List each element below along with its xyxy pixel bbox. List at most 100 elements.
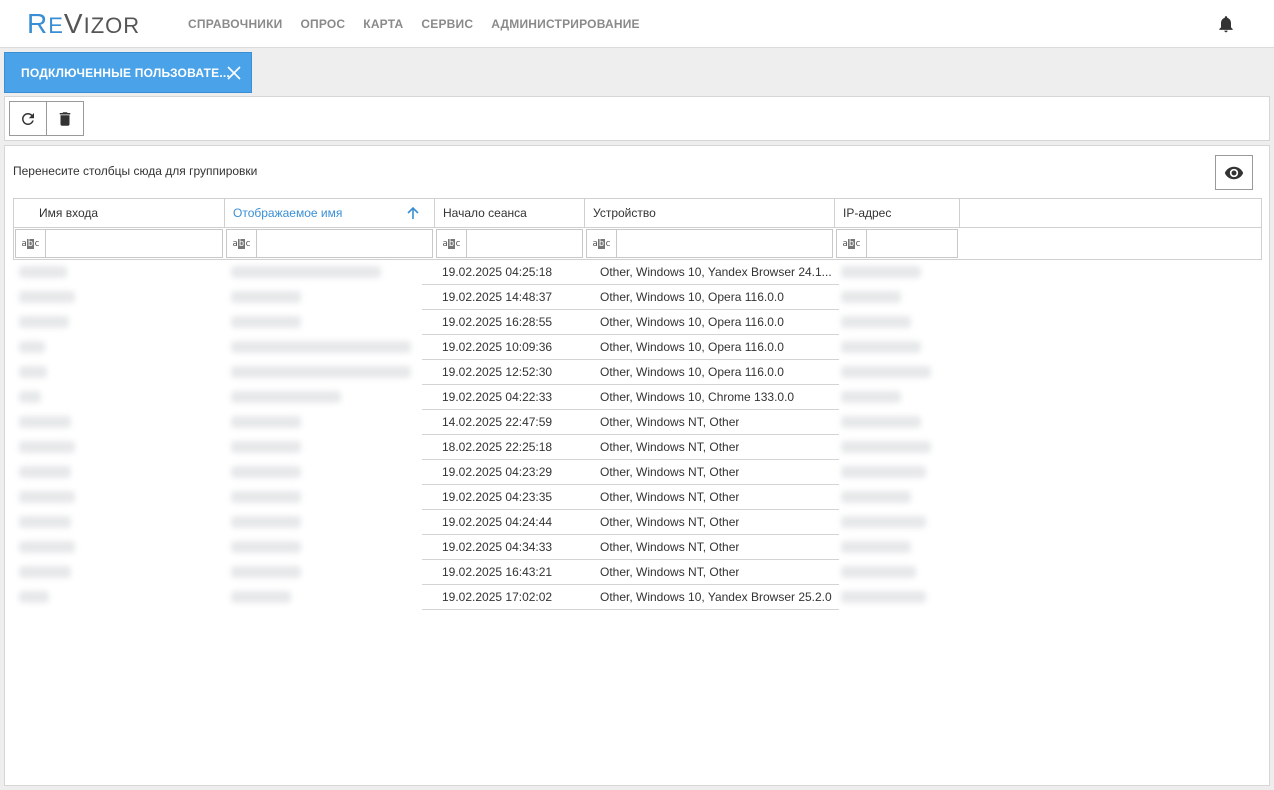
table-row[interactable]: 19.02.2025 14:48:37 Other, Windows 10, Op… [13,285,1262,310]
sort-ascending-icon [407,206,419,219]
redacted-ip [841,341,921,353]
toolbar [4,96,1270,141]
column-header-label: Начало сеанса [443,206,527,220]
column-header-login[interactable]: Имя входа [14,199,225,227]
redacted-display-name [231,541,301,553]
grid-body: 19.02.2025 04:25:18 Other, Windows 10, Ya… [13,260,1262,610]
cell-session-start: 19.02.2025 04:34:33 [442,540,553,554]
cell-session-start: 19.02.2025 16:28:55 [442,315,553,329]
filter-type-icon[interactable]: abc [437,230,467,257]
cell-session-start: 19.02.2025 17:02:02 [442,590,553,604]
nav-service[interactable]: СЕРВИС [421,17,473,31]
table-row[interactable]: 19.02.2025 17:02:02 Other, Windows 10, Ya… [13,585,1262,610]
cell-device: Other, Windows NT, Other [600,440,740,454]
nav-administration[interactable]: АДМИНИСТРИРОВАНИЕ [491,17,640,31]
filter-input-login[interactable]: abc [15,229,223,258]
filter-type-icon[interactable]: abc [227,230,257,257]
redacted-login [19,591,49,603]
redacted-ip [841,541,911,553]
redacted-display-name [231,466,301,478]
bell-icon[interactable] [1216,14,1236,34]
table-row[interactable]: 19.02.2025 04:22:33 Other, Windows 10, Ch… [13,385,1262,410]
tab-connected-users[interactable]: ПОДКЛЮЧЕННЫЕ ПОЛЬЗОВАТЕ... [4,52,252,93]
redacted-display-name [231,291,301,303]
nav-survey[interactable]: ОПРОС [300,17,345,31]
table-row[interactable]: 19.02.2025 16:28:55 Other, Windows 10, Op… [13,310,1262,335]
refresh-icon [21,112,34,125]
close-icon[interactable] [227,66,241,80]
cell-device: Other, Windows 10, Yandex Browser 25.2.0 [600,590,832,604]
nav-map[interactable]: КАРТА [363,17,403,31]
cell-device: Other, Windows NT, Other [600,565,740,579]
cell-session-start: 18.02.2025 22:25:18 [442,440,553,454]
cell-device: Other, Windows 10, Chrome 133.0.0 [600,390,795,404]
row-visible-cells: 19.02.2025 17:02:02 Other, Windows 10, Ya… [422,585,839,610]
redacted-ip [841,366,931,378]
redacted-login [19,291,75,303]
column-chooser-button[interactable] [1215,155,1253,190]
column-header-session-start[interactable]: Начало сеанса [435,199,585,227]
trash-icon [59,111,71,126]
row-visible-cells: 19.02.2025 04:24:44 Other, Windows NT, Ot… [422,510,839,535]
cell-session-start: 19.02.2025 12:52:30 [442,365,553,379]
redacted-login [19,541,75,553]
redacted-display-name [231,566,301,578]
nav-directories[interactable]: СПРАВОЧНИКИ [188,17,282,31]
row-visible-cells: 19.02.2025 16:28:55 Other, Windows 10, Op… [422,310,839,335]
refresh-button[interactable] [9,101,47,136]
redacted-ip [841,391,901,403]
logo-letters-izor: IZOR [83,13,141,38]
redacted-login [19,516,71,528]
redacted-ip [841,591,926,603]
cell-session-start: 19.02.2025 04:23:29 [442,465,553,479]
table-row[interactable]: 18.02.2025 22:25:18 Other, Windows NT, Ot… [13,435,1262,460]
column-header-display-name[interactable]: Отображаемое имя [225,199,435,227]
redacted-ip [841,441,931,453]
row-visible-cells: 19.02.2025 04:23:35 Other, Windows NT, Ot… [422,485,839,510]
column-header-label: Устройство [593,206,656,220]
main-nav: СПРАВОЧНИКИ ОПРОС КАРТА СЕРВИС АДМИНИСТР… [188,0,658,48]
filter-type-icon[interactable]: abc [16,230,46,257]
cell-device: Other, Windows NT, Other [600,465,740,479]
cell-session-start: 19.02.2025 16:43:21 [442,565,553,579]
table-row[interactable]: 19.02.2025 16:43:21 Other, Windows NT, Ot… [13,560,1262,585]
cell-session-start: 19.02.2025 04:25:18 [442,265,553,279]
tab-bar: ПОДКЛЮЧЕННЫЕ ПОЛЬЗОВАТЕ... [0,49,1274,95]
filter-input-display-name[interactable]: abc [226,229,433,258]
row-visible-cells: 19.02.2025 12:52:30 Other, Windows 10, Op… [422,360,839,385]
redacted-ip [841,491,911,503]
redacted-display-name [231,591,291,603]
row-visible-cells: 19.02.2025 16:43:21 Other, Windows NT, Ot… [422,560,839,585]
redacted-display-name [231,366,411,378]
table-row[interactable]: 19.02.2025 04:25:18 Other, Windows 10, Ya… [13,260,1262,285]
filter-input-session-start[interactable]: abc [436,229,583,258]
redacted-ip [841,316,911,328]
cell-device: Other, Windows 10, Opera 116.0.0 [600,340,784,354]
redacted-ip [841,466,926,478]
cell-device: Other, Windows NT, Other [600,515,740,529]
table-row[interactable]: 19.02.2025 04:23:29 Other, Windows NT, Ot… [13,460,1262,485]
filter-input-ip[interactable]: abc [836,229,958,258]
table-row[interactable]: 14.02.2025 22:47:59 Other, Windows NT, Ot… [13,410,1262,435]
filter-type-icon[interactable]: abc [837,230,867,257]
filter-type-icon[interactable]: abc [587,230,617,257]
table-row[interactable]: 19.02.2025 12:52:30 Other, Windows 10, Op… [13,360,1262,385]
logo-letter-r: R [27,8,49,39]
delete-button[interactable] [46,101,84,136]
table-row[interactable]: 19.02.2025 04:34:33 Other, Windows NT, Ot… [13,535,1262,560]
app-logo[interactable]: REVIZOR [27,9,140,41]
redacted-ip [841,516,926,528]
top-bar: REVIZOR СПРАВОЧНИКИ ОПРОС КАРТА СЕРВИС А… [0,0,1274,48]
filter-input-device[interactable]: abc [586,229,833,258]
table-row[interactable]: 19.02.2025 10:09:36 Other, Windows 10, Op… [13,335,1262,360]
redacted-display-name [231,266,381,278]
table-row[interactable]: 19.02.2025 04:24:44 Other, Windows NT, Ot… [13,510,1262,535]
redacted-login [19,491,75,503]
redacted-display-name [231,416,301,428]
table-row[interactable]: 19.02.2025 04:23:35 Other, Windows NT, Ot… [13,485,1262,510]
cell-device: Other, Windows 10, Opera 116.0.0 [600,315,784,329]
cell-device: Other, Windows NT, Other [600,415,740,429]
redacted-display-name [231,516,301,528]
column-header-device[interactable]: Устройство [585,199,835,227]
column-header-ip[interactable]: IP-адрес [835,199,960,227]
